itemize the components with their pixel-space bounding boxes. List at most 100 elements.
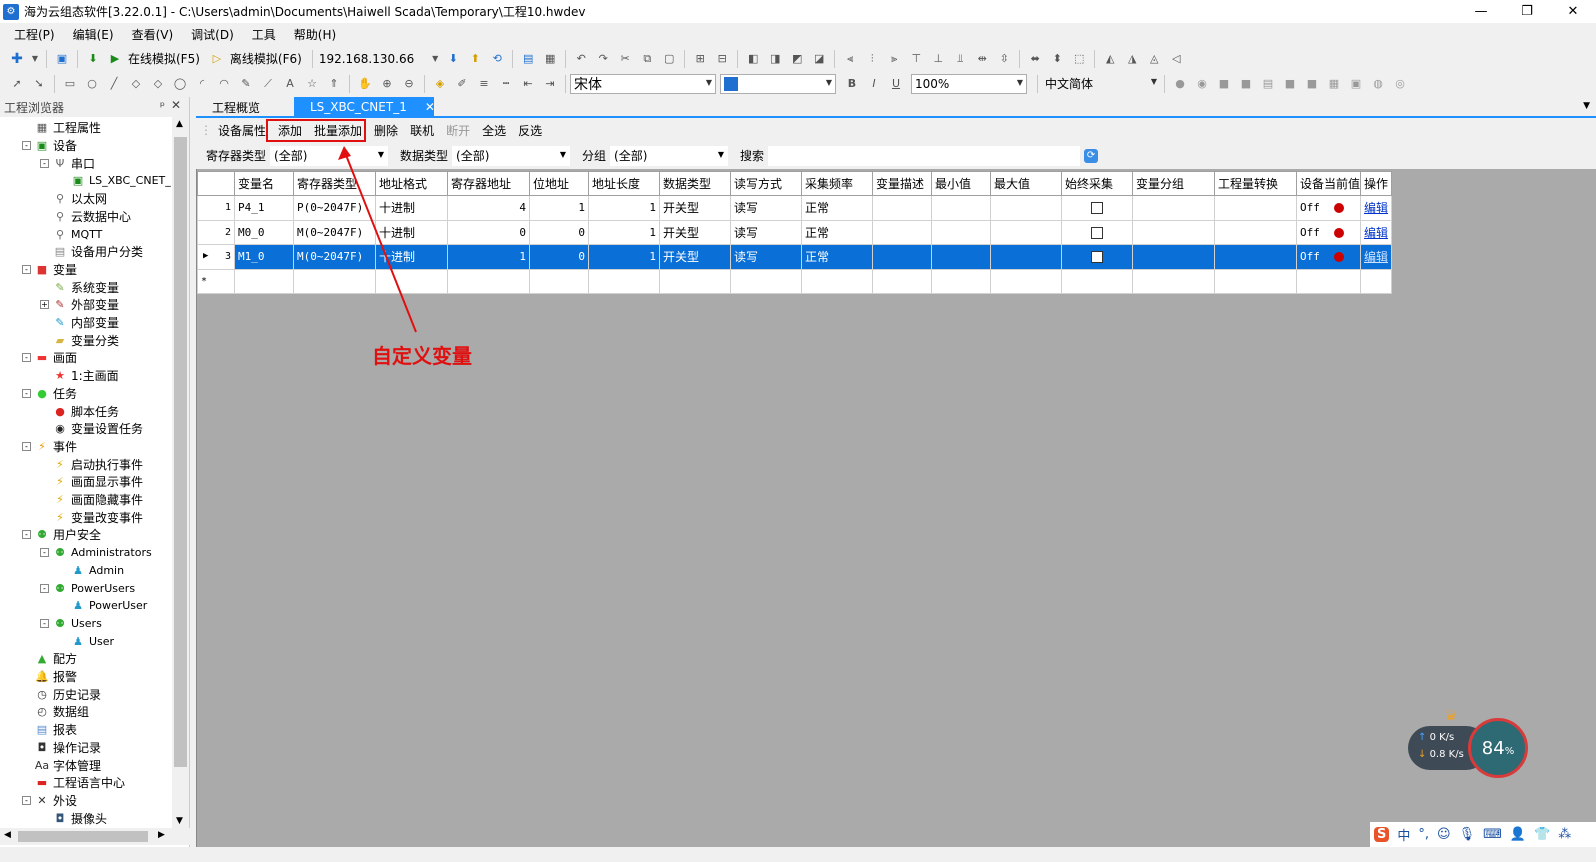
panel-close-icon[interactable]: ✕ bbox=[171, 98, 181, 112]
cell-bit-addr[interactable]: 0 bbox=[529, 244, 589, 270]
grid-tray-icon[interactable]: ⁂ bbox=[1558, 827, 1571, 842]
tree-item[interactable]: ⚡ 启动执行事件 bbox=[53, 455, 143, 473]
new-icon[interactable]: ✚ bbox=[9, 51, 25, 67]
column-header[interactable]: 数据类型 bbox=[659, 171, 731, 196]
empty-cell[interactable] bbox=[529, 268, 589, 294]
column-header[interactable]: 地址格式 bbox=[375, 171, 448, 196]
row-header[interactable]: 1 bbox=[197, 195, 235, 221]
tree-horizontal-scrollbar[interactable]: ◀ ▶ bbox=[0, 828, 190, 845]
tree-item[interactable]: ◴ 数据组 bbox=[35, 703, 89, 721]
grid-icon[interactable]: ▤ bbox=[1260, 76, 1276, 92]
pen-icon[interactable]: ✎ bbox=[238, 76, 254, 92]
globe-icon[interactable]: ◍ bbox=[1370, 76, 1386, 92]
cell-desc[interactable] bbox=[872, 195, 932, 221]
cell-addr-format[interactable]: 十进制 bbox=[375, 195, 448, 221]
column-header[interactable]: 变量描述 bbox=[872, 171, 932, 196]
cell-reg-type[interactable]: P(0~2047F) bbox=[293, 195, 376, 221]
column-header[interactable]: 最小值 bbox=[931, 171, 991, 196]
tree-item[interactable]: ◘ 摄像头 bbox=[53, 809, 107, 827]
empty-cell[interactable] bbox=[872, 268, 932, 294]
cell-freq[interactable]: 正常 bbox=[801, 219, 873, 245]
line-width-icon[interactable]: ≡ bbox=[476, 76, 492, 92]
tree-item[interactable]: ▦ 工程属性 bbox=[35, 119, 101, 137]
collapse-icon[interactable]: - bbox=[40, 548, 49, 558]
zoom-in-icon[interactable]: ⊕ bbox=[379, 76, 395, 92]
transfer-down-icon[interactable]: ⬇ bbox=[445, 51, 461, 67]
tree-item[interactable]: - ⚡ 事件 bbox=[22, 438, 77, 456]
send-backward-icon[interactable]: ◪ bbox=[811, 51, 827, 67]
maximize-button[interactable]: ❐ bbox=[1504, 0, 1550, 23]
group-icon-tb[interactable]: ⊞ bbox=[692, 51, 708, 67]
cell-name[interactable]: M1_0 bbox=[234, 244, 294, 270]
empty-cell[interactable] bbox=[1061, 268, 1133, 294]
menu-view[interactable]: 查看(V) bbox=[126, 26, 180, 43]
column-header[interactable]: 地址长度 bbox=[588, 171, 660, 196]
column-header[interactable]: 最大值 bbox=[990, 171, 1062, 196]
empty-cell[interactable] bbox=[990, 268, 1062, 294]
offline-sim-icon[interactable]: ▷ bbox=[209, 51, 225, 67]
cell-reg-addr[interactable]: 1 bbox=[447, 244, 530, 270]
tree-item[interactable]: ⚡ 变量改变事件 bbox=[53, 508, 143, 526]
tree-item[interactable]: ✎ 内部变量 bbox=[53, 314, 119, 332]
row-header[interactable]: 2 bbox=[197, 219, 235, 245]
microphone-icon[interactable]: 🎙 bbox=[1459, 827, 1476, 842]
tree-item[interactable]: ▣ LS_XBC_CNET_ bbox=[71, 172, 171, 190]
cell-conv[interactable] bbox=[1214, 195, 1297, 221]
same-height-icon[interactable]: ⬍ bbox=[1049, 51, 1065, 67]
tree-item[interactable]: ⚲ MQTT bbox=[53, 225, 102, 243]
arrow-start-icon[interactable]: ⇤ bbox=[520, 76, 536, 92]
always-collect-checkbox[interactable] bbox=[1091, 251, 1103, 264]
box2-icon[interactable]: ■ bbox=[1238, 76, 1254, 92]
paste-icon[interactable]: ▢ bbox=[661, 51, 677, 67]
tree-item[interactable]: 🔔 报警 bbox=[35, 668, 77, 686]
empty-cell[interactable] bbox=[234, 268, 294, 294]
collapse-icon[interactable]: - bbox=[40, 618, 49, 628]
rotate-left-icon[interactable]: ◁ bbox=[1168, 51, 1184, 67]
disconnect-button[interactable]: 断开 bbox=[446, 122, 470, 139]
dropdown-arrow-icon[interactable]: ▼ bbox=[31, 51, 39, 67]
cell-addr-format[interactable]: 十进制 bbox=[375, 219, 448, 245]
star-icon[interactable]: ☆ bbox=[304, 76, 320, 92]
tree-item[interactable]: - ⚉ PowerUsers bbox=[40, 579, 135, 597]
circle-icon[interactable]: ○ bbox=[84, 76, 100, 92]
empty-cell[interactable] bbox=[1132, 268, 1215, 294]
tree-item[interactable]: - ⚉ 用户安全 bbox=[22, 526, 101, 544]
tree-item[interactable]: ◘ 操作记录 bbox=[35, 739, 101, 757]
cell-conv[interactable] bbox=[1214, 244, 1297, 270]
cell-addr-len[interactable]: 1 bbox=[588, 244, 660, 270]
collapse-icon[interactable]: - bbox=[22, 388, 31, 398]
menu-debug[interactable]: 调试(D) bbox=[185, 26, 240, 43]
tabs-dropdown-icon[interactable]: ▼ bbox=[1583, 101, 1590, 111]
cell-name[interactable]: P4_1 bbox=[234, 195, 294, 221]
tree-item[interactable]: ⚡ 画面隐藏事件 bbox=[53, 491, 143, 509]
cell-max[interactable] bbox=[990, 219, 1062, 245]
zoom-out-icon[interactable]: ⊖ bbox=[401, 76, 417, 92]
empty-cell[interactable] bbox=[1295, 268, 1362, 294]
cell-reg-type[interactable]: M(0~2047F) bbox=[293, 244, 376, 270]
collapse-icon[interactable]: - bbox=[22, 530, 31, 540]
cell-bit-addr[interactable]: 1 bbox=[529, 195, 589, 221]
line-icon[interactable]: ╱ bbox=[106, 76, 122, 92]
tree-item[interactable]: ● 脚本任务 bbox=[53, 402, 119, 420]
flip-v-icon[interactable]: ◮ bbox=[1124, 51, 1140, 67]
tree-item[interactable]: ▰ 变量分类 bbox=[53, 331, 119, 349]
cell-addr-len[interactable]: 1 bbox=[588, 219, 660, 245]
compile-icon[interactable]: ⟲ bbox=[489, 51, 505, 67]
always-collect-checkbox[interactable] bbox=[1091, 226, 1103, 239]
empty-cell[interactable] bbox=[730, 268, 802, 294]
bold-button[interactable]: B bbox=[844, 76, 860, 92]
ime-mode[interactable]: 中 bbox=[1397, 825, 1410, 844]
align-center-icon[interactable]: ⫶ bbox=[864, 51, 880, 67]
collapse-icon[interactable]: - bbox=[40, 583, 49, 593]
bring-front-icon[interactable]: ◧ bbox=[745, 51, 761, 67]
tree-item[interactable]: + ✎ 外部变量 bbox=[40, 296, 119, 314]
text-icon[interactable]: A bbox=[282, 76, 298, 92]
group-select[interactable]: (全部) ▼ bbox=[610, 145, 729, 166]
cell-max[interactable] bbox=[990, 195, 1062, 221]
search-icon[interactable]: ⟳ bbox=[1084, 148, 1099, 163]
empty-cell[interactable] bbox=[588, 268, 660, 294]
always-collect-checkbox[interactable] bbox=[1091, 202, 1103, 215]
user-tray-icon[interactable]: 👤 bbox=[1510, 827, 1526, 842]
online-sim-button[interactable]: 在线模拟(F5) bbox=[128, 50, 200, 67]
empty-cell[interactable] bbox=[1214, 268, 1297, 294]
